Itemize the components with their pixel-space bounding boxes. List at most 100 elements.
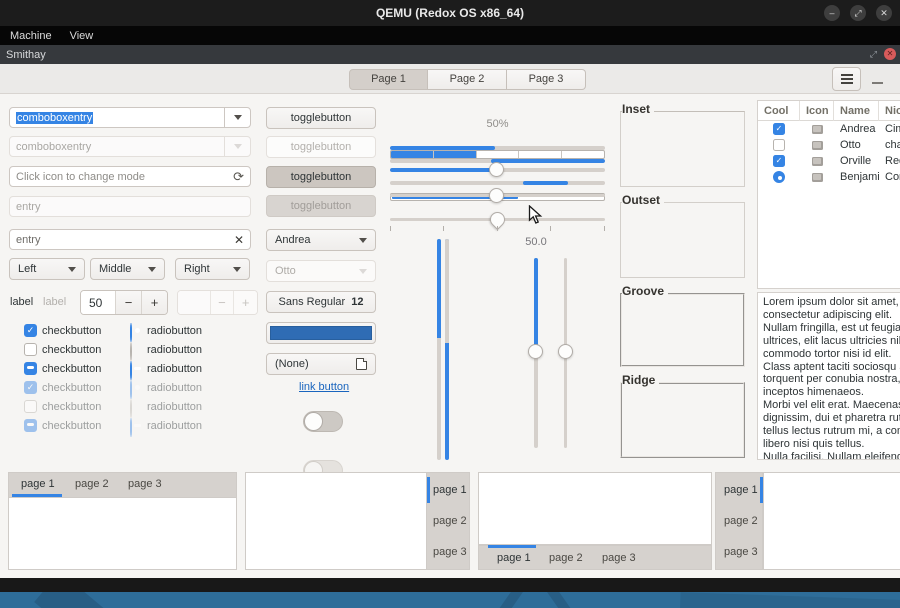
comboboxentry[interactable]: comboboxentry [9,107,251,128]
close-icon[interactable]: ✕ [876,5,892,21]
nb-left-tab-3[interactable]: page 3 [724,546,758,558]
checkbox-mixed[interactable] [24,362,37,375]
table-row[interactable]: ✓ Andrea Cimi [758,121,900,137]
nb-left-tab-2[interactable]: page 2 [724,515,758,527]
resize-icon[interactable]: ⤢ [870,49,877,60]
menu-view[interactable]: View [70,30,94,42]
menu-machine[interactable]: Machine [10,30,52,42]
vscale-filled[interactable] [528,258,544,448]
clear-icon[interactable]: ✕ [234,233,244,247]
select-name[interactable]: Andrea [266,229,376,251]
text-line: inceptos himenaeos. [763,386,900,399]
column-header-name[interactable]: Name [834,101,879,121]
spin-minus-icon[interactable]: − [115,291,141,314]
spin-plus-icon[interactable]: + [141,291,167,314]
checkbutton-label[interactable]: checkbutton [42,325,101,337]
frame-label-outset: Outset [622,193,664,207]
select-right[interactable]: Right [175,258,250,280]
scale-knob[interactable] [528,344,543,359]
font-button[interactable]: Sans Regular 12 [266,291,376,313]
column-header-nick[interactable]: Nick [879,101,900,121]
togglebutton-active[interactable]: togglebutton [266,166,376,188]
text-line: Nulla facilisi. Nullam eleifend [763,451,900,460]
restore-icon[interactable]: ⤢ [850,5,866,21]
table-row[interactable]: Otto chaot [758,137,900,153]
checkbox-checked[interactable]: ✓ [773,123,785,135]
switch-thumb[interactable] [304,412,323,431]
radiobutton-label[interactable]: radiobutton [147,344,202,356]
mode-entry[interactable]: Click icon to change mode ⟳ [9,166,251,187]
scale-knob[interactable] [489,162,504,177]
scale-mark [443,226,444,231]
radio-checked[interactable] [130,323,132,342]
nb-top-tab-1[interactable]: page 1 [21,478,55,490]
text-line: commodo tortor nisi id elit. [763,348,900,361]
checkbox-unchecked[interactable] [773,139,785,151]
select-right-value: Right [184,263,210,275]
switch-off[interactable] [303,411,343,432]
table-row[interactable]: ✓ Orville Reder [758,153,900,169]
active-tab-indicator [760,477,763,503]
scale-knob[interactable] [489,188,504,203]
tab-page-2[interactable]: Page 2 [428,69,507,90]
scale-knob[interactable] [558,344,573,359]
treeview[interactable]: Cool Icon Name Nick ✓ Andrea Cimi Otto c… [757,100,900,289]
column-header-cool[interactable]: Cool [758,101,800,121]
column-header-icon[interactable]: Icon [800,101,834,121]
togglebutton-normal[interactable]: togglebutton [266,107,376,129]
spinbutton[interactable]: 50 − + [80,290,168,315]
tab-page-1[interactable]: Page 1 [349,69,428,90]
nb-right-tab-2[interactable]: page 2 [433,515,467,527]
hscale-marks[interactable] [390,210,605,236]
minimize-icon[interactable]: – [824,5,840,21]
nb-right-tab-1[interactable]: page 1 [433,484,467,496]
entry-clearable[interactable]: entry ✕ [9,229,251,250]
radio-checked[interactable] [773,171,785,183]
input-mode-icon[interactable]: ⟳ [233,169,244,185]
table-row[interactable]: Benjamin Comp [758,169,900,185]
hscale-filled[interactable] [390,160,605,180]
nb-bottom-tab-1[interactable]: page 1 [497,552,531,564]
textview[interactable]: Lorem ipsum dolor sit amet, consectetur … [757,292,900,460]
checkbox-checked[interactable]: ✓ [773,155,785,167]
nb-left-tab-1[interactable]: page 1 [724,484,758,496]
menu-hamburger-icon[interactable] [832,67,861,91]
level-block [519,151,562,158]
file-chooser-button[interactable]: (None) [266,353,376,375]
level-bar-segmented [390,150,605,159]
tab-page-3[interactable]: Page 3 [507,69,586,90]
desktop-wallpaper-strip [0,592,900,608]
widget-factory-window: Page 1 Page 2 Page 3 comboboxentry combo… [0,64,900,578]
checkbox-unchecked[interactable] [24,343,37,356]
checkbox-checked[interactable]: ✓ [24,324,37,337]
combo-dropdown-button[interactable] [224,108,250,127]
togglebutton-active-disabled: togglebutton [266,195,376,217]
window-minimize-icon[interactable] [872,82,883,84]
radiobutton-label[interactable]: radiobutton [147,363,202,375]
nb-bottom-tab-3[interactable]: page 3 [602,552,636,564]
link-button[interactable]: link button [299,381,349,393]
nb-bottom-tab-2[interactable]: page 2 [549,552,583,564]
select-left[interactable]: Left [9,258,85,280]
radio-mixed[interactable] [130,361,132,380]
radio-unchecked[interactable] [130,342,132,361]
nb-top-tab-2[interactable]: page 2 [75,478,109,490]
spin-value[interactable]: 50 [81,291,115,314]
hscale-plain[interactable] [390,186,605,206]
cell-nick: Reder [879,155,900,167]
guest-window-title: Smithay [0,49,46,61]
select-middle[interactable]: Middle [90,258,165,280]
guest-window-titlebar[interactable]: Smithay ⤢ ✕ [0,45,900,64]
close-icon[interactable]: ✕ [884,48,896,60]
radiobutton-label[interactable]: radiobutton [147,325,202,337]
nb-top-tab-3[interactable]: page 3 [128,478,162,490]
notebook-top-content [8,497,237,570]
vscale-plain[interactable] [558,258,574,448]
checkbutton-label[interactable]: checkbutton [42,344,101,356]
checkbutton-label[interactable]: checkbutton [42,363,101,375]
check-row: ✓ checkbutton radiobutton [24,322,26,341]
activity-block [523,181,568,185]
nb-right-tab-3[interactable]: page 3 [433,546,467,558]
color-button[interactable] [266,322,376,344]
select-name-value: Andrea [275,234,310,246]
